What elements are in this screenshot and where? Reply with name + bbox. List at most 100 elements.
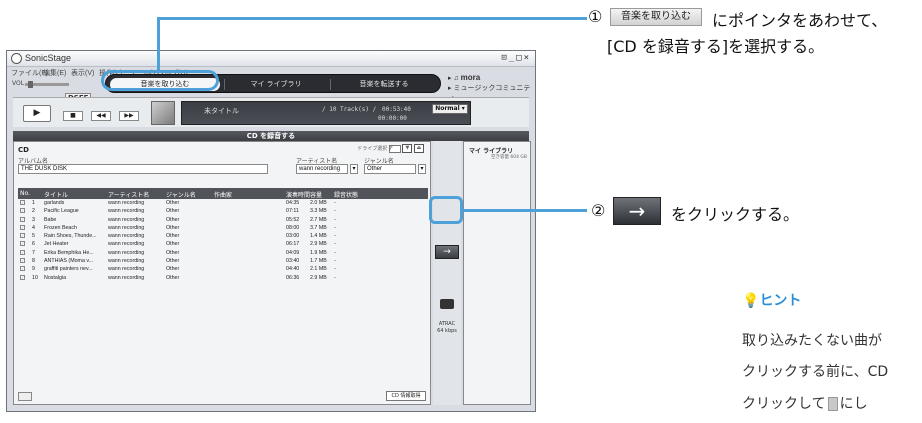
track-genre: Other: [166, 208, 180, 215]
track-size: 2.9 MB: [310, 241, 327, 248]
mora-link[interactable]: mora: [461, 73, 481, 82]
genre-field[interactable]: Other: [364, 164, 416, 174]
column-header[interactable]: アーティスト名: [108, 190, 149, 199]
track-state: -: [334, 224, 336, 231]
track-checkbox[interactable]: ✓: [20, 233, 25, 239]
source-label: CD: [18, 146, 29, 154]
view-toggle-icon[interactable]: [18, 392, 32, 401]
track-checkbox[interactable]: ✓: [20, 241, 25, 247]
track-time: 06:17: [286, 241, 300, 248]
play-position: 00:00:00: [378, 115, 407, 122]
table-row[interactable]: ✓ 1 garlands wann recording Other 04:35 2.0 MB…: [18, 199, 428, 207]
track-checkbox[interactable]: ✓: [20, 258, 25, 264]
genre-dropdown-icon[interactable]: ▾: [418, 164, 426, 174]
track-state: -: [334, 241, 336, 248]
table-row[interactable]: ✓ 10 Nostalgia wann recording Other 06:36 2.9 …: [18, 274, 428, 282]
track-title: Nostalgia: [44, 274, 67, 281]
table-row[interactable]: ✓ 9 graffiti painters nev... wann recording…: [18, 265, 428, 273]
track-no: 1: [32, 200, 35, 206]
callout-line: [157, 17, 160, 71]
play-mode-value: Normal: [435, 105, 460, 112]
album-field[interactable]: THE DUSK DISK: [18, 164, 268, 174]
track-state: -: [334, 274, 336, 281]
track-artist: wann recording: [108, 241, 145, 248]
cd-info-button[interactable]: CD 情報取得: [386, 391, 426, 401]
menu-edit[interactable]: 編集(E): [43, 68, 66, 78]
briefcase-icon[interactable]: [440, 299, 454, 309]
menu-view[interactable]: 表示(V): [71, 68, 94, 78]
app-logo-icon: [11, 53, 22, 64]
total-time: 00:53:40: [382, 106, 411, 113]
track-size: 3.7 MB: [310, 224, 327, 231]
track-no: 2: [32, 208, 35, 215]
eject-icon[interactable]: ⏏: [414, 144, 424, 153]
hint-line-2: クリックする前に、CD: [742, 364, 889, 380]
volume-knob[interactable]: [28, 81, 33, 88]
play-button[interactable]: ▶: [23, 105, 51, 122]
column-header[interactable]: 録音状態: [334, 190, 358, 199]
track-state: -: [334, 208, 336, 215]
track-checkbox[interactable]: ✓: [20, 249, 25, 255]
task-transfer-music[interactable]: 音楽を転送する: [332, 78, 436, 91]
hint-badge: 💡ヒント: [742, 290, 822, 310]
drive-dropdown-icon[interactable]: ▼: [402, 144, 413, 153]
track-time: 08:00: [286, 224, 300, 231]
column-header[interactable]: No.: [20, 190, 30, 197]
track-genre: Other: [166, 249, 180, 256]
track-list: ✓ 1 garlands wann recording Other 04:35 2.0 MB…: [18, 199, 428, 282]
stop-button[interactable]: ■: [63, 111, 83, 121]
drive-value: F: [389, 145, 393, 152]
record-button-highlight: [429, 196, 463, 224]
track-title: Babe: [44, 216, 57, 223]
step-1-text-line-2: [CD を録音する]を選択する。: [607, 37, 825, 56]
track-checkbox[interactable]: ✓: [20, 224, 25, 230]
track-checkbox[interactable]: ✓: [20, 274, 25, 280]
table-row[interactable]: ✓ 2 Pacific League wann recording Other 07:11…: [18, 207, 428, 215]
play-mode-select[interactable]: Normal ▾: [432, 104, 468, 114]
track-state: -: [334, 258, 336, 265]
hint-bulb-icon: 💡: [742, 293, 760, 309]
track-checkbox[interactable]: ✓: [20, 216, 25, 222]
title-bar: SonicStage ⊡_□×: [7, 51, 535, 67]
track-artist: wann recording: [108, 266, 145, 273]
column-header[interactable]: 容量: [310, 190, 322, 199]
table-row[interactable]: ✓ 3 Babe wann recording Other 05:52 2.7 MB -: [18, 216, 428, 224]
track-genre: Other: [166, 224, 180, 231]
table-row[interactable]: ✓ 8 ANTHIAS (Moma v... wann recording Other 0…: [18, 257, 428, 265]
artist-dropdown-icon[interactable]: ▾: [350, 164, 358, 174]
column-header[interactable]: 作曲家: [214, 190, 232, 199]
column-header[interactable]: 演奏時間: [286, 190, 310, 199]
track-artist: wann recording: [108, 258, 145, 265]
track-checkbox[interactable]: ✓: [20, 200, 25, 205]
table-row[interactable]: ✓ 6 Jet Heater wann recording Other 06:17 2.9 …: [18, 240, 428, 248]
volume-slider[interactable]: [25, 81, 69, 88]
start-record-button[interactable]: →: [435, 245, 459, 259]
track-size: 2.0 MB: [310, 200, 327, 206]
callout-line: [463, 209, 587, 212]
task-transfer-label: 音楽を転送する: [359, 81, 409, 88]
artist-field[interactable]: wann recording: [296, 164, 348, 174]
column-header[interactable]: ジャンル名: [166, 190, 196, 199]
track-state: -: [334, 249, 336, 256]
drive-label: ドライブ選択: [357, 146, 388, 152]
table-row[interactable]: ✓ 4 Frozen Beach wann recording Other 08:00 3.…: [18, 224, 428, 232]
table-row[interactable]: ✓ 7 Erika Bemphika He... wann recording Othe…: [18, 249, 428, 257]
track-size: 2.1 MB: [310, 266, 327, 273]
track-checkbox[interactable]: ✓: [20, 208, 25, 214]
track-artist: wann recording: [108, 233, 145, 240]
hint-line-3a: クリックして: [742, 396, 826, 412]
table-row[interactable]: ✓ 5 Rain Shoes, Thunde... wann recording Oth…: [18, 232, 428, 240]
track-checkbox[interactable]: ✓: [20, 266, 25, 272]
task-my-library[interactable]: マイ ライブラリ: [226, 78, 326, 91]
track-time: 03:40: [286, 258, 300, 265]
track-time: 04:35: [286, 200, 300, 206]
column-header[interactable]: タイトル: [44, 190, 68, 199]
drive-select[interactable]: F: [388, 144, 401, 153]
track-no: 4: [32, 224, 35, 231]
window-controls[interactable]: ⊡_□×: [501, 53, 531, 63]
track-genre: Other: [166, 266, 180, 273]
next-button[interactable]: ▶▶: [119, 111, 139, 121]
drive-selector: ドライブ選択 F ▼ ⏏: [357, 144, 424, 153]
sonicstage-window: SonicStage ⊡_□× ファイル(F) 編集(E) 表示(V) 操作(P…: [6, 50, 536, 412]
previous-button[interactable]: ◀◀: [91, 111, 111, 121]
